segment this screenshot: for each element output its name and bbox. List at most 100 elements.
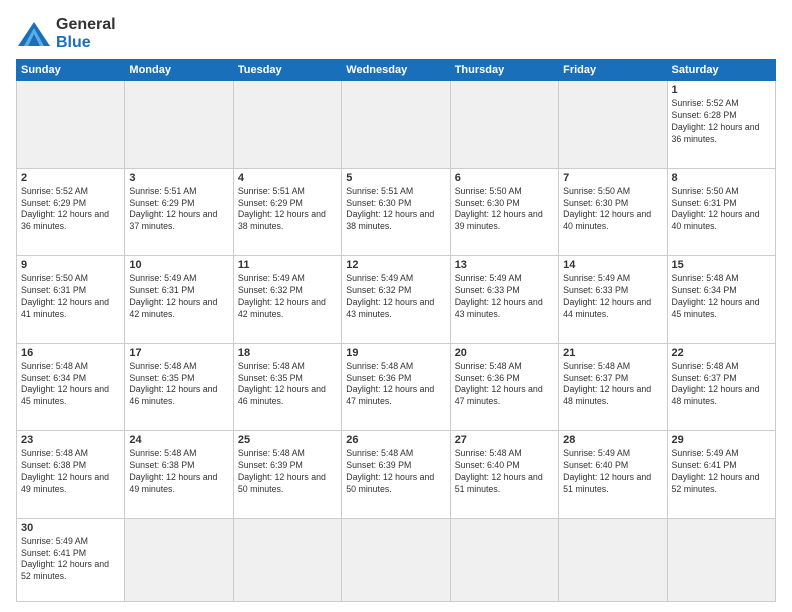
day-number: 29: [672, 434, 771, 446]
calendar-cell: 13 Sunrise: 5:49 AM Sunset: 6:33 PM Dayli…: [450, 256, 558, 344]
day-info: Sunrise: 5:48 AM Sunset: 6:38 PM Dayligh…: [129, 448, 228, 496]
day-info: Sunrise: 5:49 AM Sunset: 6:40 PM Dayligh…: [563, 448, 662, 496]
day-number: 25: [238, 434, 337, 446]
calendar-cell: [233, 518, 341, 601]
day-info: Sunrise: 5:49 AM Sunset: 6:32 PM Dayligh…: [346, 273, 445, 321]
calendar-week-row: 9Sunrise: 5:50 AM Sunset: 6:31 PM Daylig…: [17, 256, 776, 344]
day-number: 4: [238, 172, 337, 184]
day-info: Sunrise: 5:49 AM Sunset: 6:32 PM Dayligh…: [238, 273, 337, 321]
day-number: 30: [21, 522, 120, 534]
day-number: 3: [129, 172, 228, 184]
day-number: 21: [563, 347, 662, 359]
day-info: Sunrise: 5:48 AM Sunset: 6:37 PM Dayligh…: [672, 361, 771, 409]
day-info: Sunrise: 5:48 AM Sunset: 6:36 PM Dayligh…: [346, 361, 445, 409]
weekday-header: Sunday: [17, 60, 125, 81]
day-number: 20: [455, 347, 554, 359]
calendar-cell: 28 Sunrise: 5:49 AM Sunset: 6:40 PM Dayli…: [559, 431, 667, 519]
day-info: Sunrise: 5:48 AM Sunset: 6:34 PM Dayligh…: [21, 361, 120, 409]
calendar-cell: 25 Sunrise: 5:48 AM Sunset: 6:39 PM Dayli…: [233, 431, 341, 519]
day-number: 10: [129, 259, 228, 271]
day-number: 1: [672, 84, 771, 96]
calendar-table: SundayMondayTuesdayWednesdayThursdayFrid…: [16, 59, 776, 602]
day-number: 22: [672, 347, 771, 359]
day-number: 27: [455, 434, 554, 446]
calendar-cell: 10 Sunrise: 5:49 AM Sunset: 6:31 PM Dayli…: [125, 256, 233, 344]
day-info: Sunrise: 5:48 AM Sunset: 6:35 PM Dayligh…: [129, 361, 228, 409]
day-info: Sunrise: 5:50 AM Sunset: 6:30 PM Dayligh…: [455, 186, 554, 234]
day-number: 12: [346, 259, 445, 271]
calendar-cell: 17 Sunrise: 5:48 AM Sunset: 6:35 PM Dayli…: [125, 343, 233, 431]
logo-icon: [16, 20, 52, 48]
logo-text: General Blue: [56, 16, 116, 51]
calendar-cell: 23 Sunrise: 5:48 AM Sunset: 6:38 PM Dayli…: [17, 431, 125, 519]
calendar-week-row: 2 Sunrise: 5:52 AM Sunset: 6:29 PM Daylig…: [17, 168, 776, 256]
day-number: 18: [238, 347, 337, 359]
day-number: 8: [672, 172, 771, 184]
day-info: Sunrise: 5:48 AM Sunset: 6:34 PM Dayligh…: [672, 273, 771, 321]
day-number: 28: [563, 434, 662, 446]
weekday-header: Friday: [559, 60, 667, 81]
calendar-week-row: 1 Sunrise: 5:52 AM Sunset: 6:28 PM Daylig…: [17, 81, 776, 169]
calendar-cell: 16 Sunrise: 5:48 AM Sunset: 6:34 PM Dayli…: [17, 343, 125, 431]
weekday-header-row: SundayMondayTuesdayWednesdayThursdayFrid…: [17, 60, 776, 81]
calendar-cell: [17, 81, 125, 169]
weekday-header: Wednesday: [342, 60, 450, 81]
day-number: 2: [21, 172, 120, 184]
day-number: 13: [455, 259, 554, 271]
day-info: Sunrise: 5:51 AM Sunset: 6:30 PM Dayligh…: [346, 186, 445, 234]
calendar-week-row: 30 Sunrise: 5:49 AM Sunset: 6:41 PM Dayli…: [17, 518, 776, 601]
day-number: 14: [563, 259, 662, 271]
calendar-cell: 14 Sunrise: 5:49 AM Sunset: 6:33 PM Dayli…: [559, 256, 667, 344]
weekday-header: Saturday: [667, 60, 775, 81]
calendar-cell: 4Sunrise: 5:51 AM Sunset: 6:29 PM Daylig…: [233, 168, 341, 256]
day-number: 26: [346, 434, 445, 446]
day-number: 16: [21, 347, 120, 359]
logo: General Blue: [16, 16, 116, 51]
day-info: Sunrise: 5:49 AM Sunset: 6:33 PM Dayligh…: [563, 273, 662, 321]
calendar-cell: 7Sunrise: 5:50 AM Sunset: 6:30 PM Daylig…: [559, 168, 667, 256]
calendar-cell: 15 Sunrise: 5:48 AM Sunset: 6:34 PM Dayli…: [667, 256, 775, 344]
calendar-cell: [342, 81, 450, 169]
day-info: Sunrise: 5:50 AM Sunset: 6:30 PM Dayligh…: [563, 186, 662, 234]
calendar-cell: 9Sunrise: 5:50 AM Sunset: 6:31 PM Daylig…: [17, 256, 125, 344]
calendar-cell: 12 Sunrise: 5:49 AM Sunset: 6:32 PM Dayli…: [342, 256, 450, 344]
calendar-week-row: 23 Sunrise: 5:48 AM Sunset: 6:38 PM Dayli…: [17, 431, 776, 519]
calendar-cell: 21 Sunrise: 5:48 AM Sunset: 6:37 PM Dayli…: [559, 343, 667, 431]
calendar-cell: 11 Sunrise: 5:49 AM Sunset: 6:32 PM Dayli…: [233, 256, 341, 344]
calendar-cell: [559, 81, 667, 169]
day-info: Sunrise: 5:48 AM Sunset: 6:39 PM Dayligh…: [238, 448, 337, 496]
day-info: Sunrise: 5:49 AM Sunset: 6:41 PM Dayligh…: [21, 536, 120, 584]
calendar-cell: 27 Sunrise: 5:48 AM Sunset: 6:40 PM Dayli…: [450, 431, 558, 519]
calendar-cell: 2 Sunrise: 5:52 AM Sunset: 6:29 PM Daylig…: [17, 168, 125, 256]
calendar-cell: 26 Sunrise: 5:48 AM Sunset: 6:39 PM Dayli…: [342, 431, 450, 519]
weekday-header: Monday: [125, 60, 233, 81]
calendar-cell: [450, 518, 558, 601]
day-info: Sunrise: 5:48 AM Sunset: 6:38 PM Dayligh…: [21, 448, 120, 496]
calendar-cell: [559, 518, 667, 601]
calendar-cell: 18Sunrise: 5:48 AM Sunset: 6:35 PM Dayli…: [233, 343, 341, 431]
day-number: 23: [21, 434, 120, 446]
day-number: 24: [129, 434, 228, 446]
day-info: Sunrise: 5:48 AM Sunset: 6:39 PM Dayligh…: [346, 448, 445, 496]
calendar-cell: [125, 81, 233, 169]
day-number: 15: [672, 259, 771, 271]
day-number: 17: [129, 347, 228, 359]
day-info: Sunrise: 5:48 AM Sunset: 6:37 PM Dayligh…: [563, 361, 662, 409]
header: General Blue: [16, 16, 776, 51]
page: General Blue SundayMondayTuesdayWednesda…: [0, 0, 792, 612]
calendar-cell: 22 Sunrise: 5:48 AM Sunset: 6:37 PM Dayli…: [667, 343, 775, 431]
day-info: Sunrise: 5:49 AM Sunset: 6:41 PM Dayligh…: [672, 448, 771, 496]
day-info: Sunrise: 5:49 AM Sunset: 6:31 PM Dayligh…: [129, 273, 228, 321]
calendar-cell: 1 Sunrise: 5:52 AM Sunset: 6:28 PM Daylig…: [667, 81, 775, 169]
day-info: Sunrise: 5:48 AM Sunset: 6:36 PM Dayligh…: [455, 361, 554, 409]
calendar-cell: 29 Sunrise: 5:49 AM Sunset: 6:41 PM Dayli…: [667, 431, 775, 519]
day-number: 11: [238, 259, 337, 271]
calendar-cell: [125, 518, 233, 601]
day-info: Sunrise: 5:52 AM Sunset: 6:28 PM Dayligh…: [672, 98, 771, 146]
day-info: Sunrise: 5:48 AM Sunset: 6:40 PM Dayligh…: [455, 448, 554, 496]
day-info: Sunrise: 5:52 AM Sunset: 6:29 PM Dayligh…: [21, 186, 120, 234]
calendar-cell: [450, 81, 558, 169]
calendar-cell: [342, 518, 450, 601]
day-info: Sunrise: 5:50 AM Sunset: 6:31 PM Dayligh…: [672, 186, 771, 234]
day-info: Sunrise: 5:49 AM Sunset: 6:33 PM Dayligh…: [455, 273, 554, 321]
